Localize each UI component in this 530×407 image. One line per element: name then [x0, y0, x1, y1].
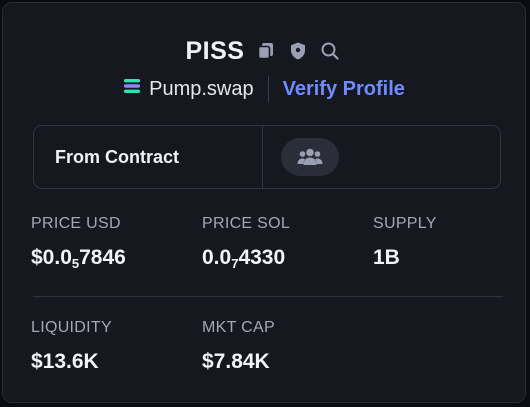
price-usd-label: PRICE USD — [31, 215, 121, 232]
copy-icon[interactable] — [254, 39, 278, 63]
token-info-card: PISS Pump.swap Verify Profile From Contr… — [2, 2, 526, 403]
shield-icon[interactable] — [286, 39, 310, 63]
stats-divider — [33, 296, 503, 297]
price-usd-value: $0.057846 — [31, 246, 126, 271]
price-sol-label: PRICE SOL — [202, 215, 291, 232]
search-icon[interactable] — [318, 39, 342, 63]
users-icon — [297, 148, 323, 165]
stat-supply: SUPPLY 1B — [373, 215, 437, 270]
pump-swap-logo-icon — [123, 77, 141, 101]
token-symbol: PISS — [185, 36, 245, 65]
stat-price-sol: PRICE SOL 0.074330 — [202, 215, 290, 270]
source-row: Pump.swap Verify Profile — [3, 73, 525, 105]
stat-liquidity: LIQUIDITY $13.6K — [31, 319, 112, 374]
community-button[interactable] — [281, 138, 339, 176]
stat-mkt-cap: MKT CAP $7.84K — [202, 319, 275, 374]
contract-info-box: From Contract — [33, 125, 501, 189]
from-contract-button[interactable]: From Contract — [34, 126, 263, 188]
mkt-cap-label: MKT CAP — [202, 319, 275, 336]
verify-profile-link[interactable]: Verify Profile — [283, 78, 405, 101]
dex-source-name: Pump.swap — [149, 77, 254, 100]
mkt-cap-value: $7.84K — [202, 350, 270, 373]
stat-price-usd: PRICE USD $0.057846 — [31, 215, 126, 270]
contract-box-right — [263, 126, 500, 188]
token-title-row: PISS — [3, 33, 525, 69]
supply-value: 1B — [373, 246, 400, 269]
price-sol-value: 0.074330 — [202, 246, 286, 271]
dex-source[interactable]: Pump.swap — [123, 77, 254, 101]
divider — [267, 76, 269, 102]
liquidity-value: $13.6K — [31, 350, 99, 373]
supply-label: SUPPLY — [373, 215, 437, 232]
liquidity-label: LIQUIDITY — [31, 319, 112, 336]
